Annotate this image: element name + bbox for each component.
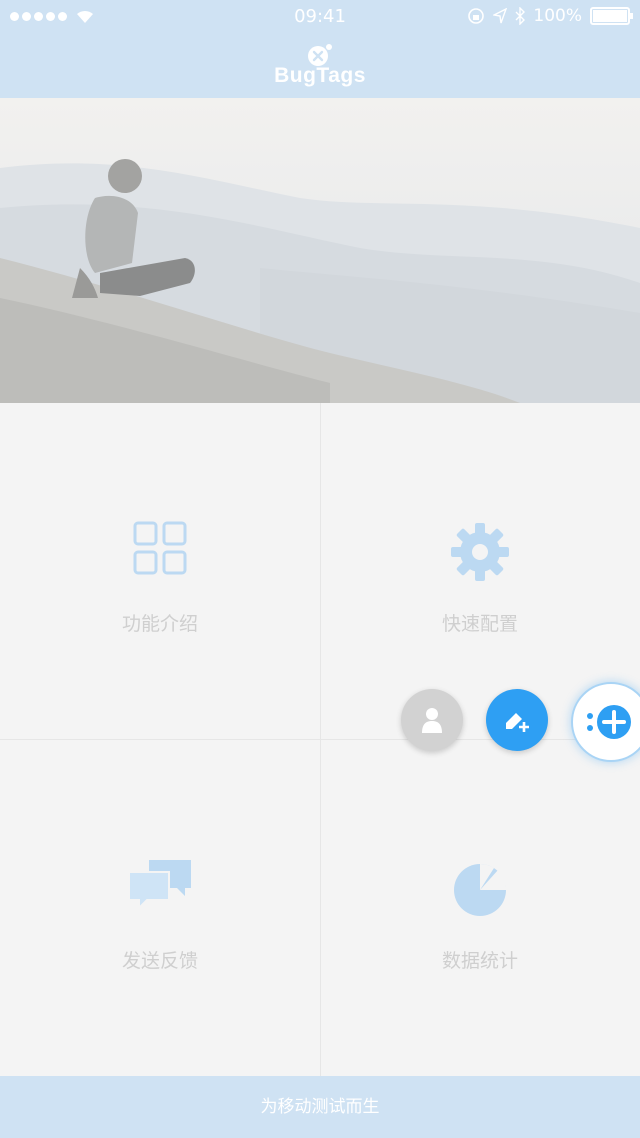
footer-slogan: 为移动测试而生 bbox=[260, 1097, 380, 1117]
status-bar: 09:41 100% bbox=[0, 0, 640, 34]
bluetooth-icon bbox=[515, 7, 526, 25]
user-icon bbox=[422, 708, 442, 733]
grid-item-feedback[interactable]: 发送反馈 bbox=[0, 740, 320, 1076]
battery-percent: 100% bbox=[533, 6, 582, 26]
grid-item-label: 快速配置 bbox=[441, 613, 518, 635]
location-icon bbox=[493, 8, 508, 24]
grid-icon bbox=[133, 521, 187, 575]
bugtags-logo-icon bbox=[306, 42, 334, 68]
rotation-lock-icon bbox=[468, 8, 485, 24]
grid-item-stats[interactable]: 数据统计 bbox=[320, 740, 640, 1076]
grid-item-label: 发送反馈 bbox=[121, 950, 198, 972]
top-bar: 09:41 100% BugTags bbox=[0, 0, 640, 98]
hero-image bbox=[0, 98, 640, 403]
footer-bar: 为移动测试而生 bbox=[0, 1076, 640, 1138]
battery-icon bbox=[590, 7, 633, 25]
grid-item-label: 功能介绍 bbox=[121, 613, 198, 635]
chat-bubbles-icon bbox=[128, 860, 191, 911]
grid-item-features[interactable]: 功能介绍 bbox=[0, 403, 320, 739]
pie-chart-icon bbox=[454, 863, 507, 916]
brand-logo: BugTags bbox=[0, 42, 640, 88]
bugtags-plus-icon bbox=[587, 705, 631, 739]
grid-item-label: 数据统计 bbox=[441, 950, 518, 972]
user-button[interactable] bbox=[401, 689, 463, 751]
status-right: 100% bbox=[467, 6, 633, 26]
gear-icon bbox=[451, 523, 509, 581]
feature-grid: 功能介绍 快速配置 发送反馈 数据统计 bbox=[0, 403, 640, 1076]
edit-button[interactable] bbox=[486, 689, 548, 751]
edit-plus-icon bbox=[506, 713, 529, 732]
